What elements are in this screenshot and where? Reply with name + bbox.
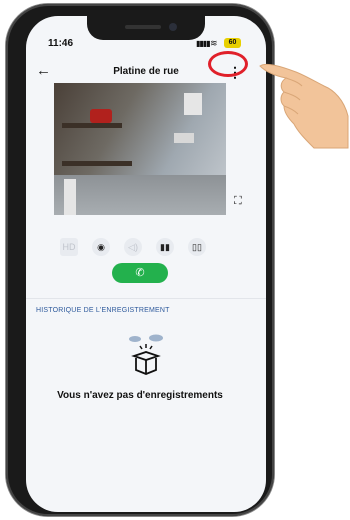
video-scene <box>54 175 226 215</box>
empty-state-message: Vous n'avez pas d'enregistrements <box>57 390 223 401</box>
video-scene <box>62 161 132 166</box>
signal-icon: ▮▮▮▮ <box>196 39 211 48</box>
snapshot-button[interactable]: ◉ <box>92 238 110 256</box>
phone-frame: 11:46 ▮▮▮▮ ≋ 60 ← Platine de rue ⋮ ⛶ HD … <box>6 4 274 516</box>
fullscreen-icon[interactable]: ⛶ <box>234 195 242 208</box>
pointing-hand-icon <box>259 63 349 149</box>
hd-button[interactable]: HD <box>60 238 78 256</box>
wifi-icon: ≋ <box>210 38 218 48</box>
history-section-label: HISTORIQUE DE L'ENREGISTREMENT <box>36 307 170 314</box>
control-bar: HD ◉ ◁) ▮▮ ▯▯ <box>26 238 266 256</box>
section-divider <box>26 298 266 299</box>
call-button[interactable]: ✆ <box>112 263 168 283</box>
door-open-button[interactable]: ▮▮ <box>156 238 174 256</box>
status-time: 11:46 <box>48 38 74 49</box>
empty-box-icon <box>129 334 163 375</box>
speaker-button[interactable]: ◁) <box>124 238 142 256</box>
speaker-grille <box>125 25 161 29</box>
notch <box>87 16 205 40</box>
video-scene <box>174 133 194 143</box>
app-screen: 11:46 ▮▮▮▮ ≋ 60 ← Platine de rue ⋮ ⛶ HD … <box>26 16 266 512</box>
highlight-circle <box>208 51 248 77</box>
front-camera <box>169 23 177 31</box>
video-scene <box>90 109 112 123</box>
video-scene <box>184 93 202 115</box>
live-video-feed[interactable] <box>54 83 226 215</box>
video-scene <box>64 179 76 215</box>
video-scene <box>62 123 122 128</box>
battery-icon: 60 <box>224 38 241 48</box>
gate-open-button[interactable]: ▯▯ <box>188 238 206 256</box>
